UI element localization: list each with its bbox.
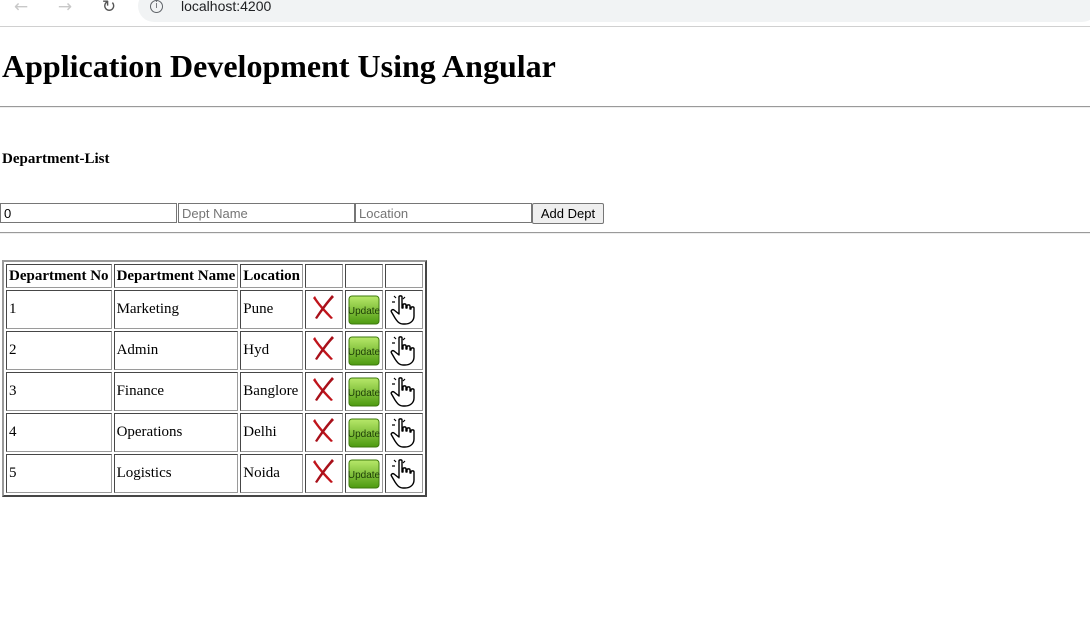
location-input[interactable]	[355, 203, 532, 223]
hand-pointer-icon[interactable]	[388, 335, 420, 367]
table-row: 4 Operations Delhi Update	[6, 413, 423, 452]
delete-x-icon[interactable]	[308, 294, 340, 326]
cell-department-no: 3	[6, 372, 112, 411]
cell-update: Update	[344, 413, 383, 452]
cell-department-no: 4	[6, 413, 112, 452]
delete-x-icon[interactable]	[308, 417, 340, 449]
cell-update: Update	[344, 372, 383, 411]
cell-location: Noida	[240, 454, 303, 493]
delete-x-icon[interactable]	[308, 458, 340, 490]
cell-update: Update	[344, 331, 383, 370]
hand-pointer-icon[interactable]	[388, 294, 420, 326]
hand-pointer-icon[interactable]	[388, 376, 420, 408]
hand-pointer-icon[interactable]	[388, 417, 420, 449]
update-icon[interactable]: Update	[348, 335, 381, 367]
divider	[0, 232, 1090, 234]
cell-delete	[304, 331, 343, 370]
cell-select	[384, 331, 423, 370]
section-title: Department-List	[2, 151, 110, 167]
svg-text:Update: Update	[348, 306, 380, 317]
header-location: Location	[240, 264, 303, 288]
update-icon[interactable]: Update	[348, 294, 381, 326]
cell-select	[384, 413, 423, 452]
cell-department-name: Logistics	[113, 454, 239, 493]
cell-select	[384, 290, 423, 329]
cell-department-no: 2	[6, 331, 112, 370]
table-header-row: Department No Department Name Location	[6, 264, 423, 288]
header-select	[384, 264, 423, 288]
dept-no-input[interactable]	[0, 203, 177, 223]
delete-x-icon[interactable]	[308, 376, 340, 408]
cell-department-name: Finance	[113, 372, 239, 411]
reload-icon[interactable]: ↻	[98, 0, 120, 18]
back-arrow-icon[interactable]: ←	[10, 0, 32, 18]
add-dept-button[interactable]: Add Dept	[532, 203, 604, 224]
cell-delete	[304, 413, 343, 452]
hand-pointer-icon[interactable]	[388, 458, 420, 490]
cell-department-no: 1	[6, 290, 112, 329]
svg-text:Update: Update	[348, 470, 380, 481]
department-table: Department No Department Name Location 1…	[2, 260, 427, 497]
info-icon[interactable]: i	[150, 0, 163, 13]
dept-name-input[interactable]	[178, 203, 355, 223]
cell-department-name: Operations	[113, 413, 239, 452]
cell-location: Delhi	[240, 413, 303, 452]
table-row: 1 Marketing Pune Update	[6, 290, 423, 329]
forward-arrow-icon[interactable]: →	[54, 0, 76, 18]
cell-update: Update	[344, 290, 383, 329]
header-department-name: Department Name	[113, 264, 239, 288]
cell-delete	[304, 372, 343, 411]
cell-department-no: 5	[6, 454, 112, 493]
page-title: Application Development Using Angular	[2, 48, 556, 84]
cell-location: Pune	[240, 290, 303, 329]
update-icon[interactable]: Update	[348, 417, 381, 449]
header-delete	[304, 264, 343, 288]
cell-delete	[304, 290, 343, 329]
cell-location: Banglore	[240, 372, 303, 411]
cell-select	[384, 372, 423, 411]
table-row: 5 Logistics Noida Update	[6, 454, 423, 493]
svg-text:Update: Update	[348, 429, 380, 440]
svg-text:Update: Update	[348, 347, 380, 358]
address-bar[interactable]: i localhost:4200	[138, 0, 1090, 22]
url-text: localhost:4200	[181, 0, 272, 14]
header-department-no: Department No	[6, 264, 112, 288]
update-icon[interactable]: Update	[348, 376, 381, 408]
table-row: 2 Admin Hyd Update	[6, 331, 423, 370]
table-row: 3 Finance Banglore Update	[6, 372, 423, 411]
svg-text:Update: Update	[348, 388, 380, 399]
delete-x-icon[interactable]	[308, 335, 340, 367]
cell-select	[384, 454, 423, 493]
cell-update: Update	[344, 454, 383, 493]
update-icon[interactable]: Update	[348, 458, 381, 490]
browser-toolbar: ← → ↻ i localhost:4200	[0, 0, 1090, 27]
cell-department-name: Marketing	[113, 290, 239, 329]
cell-delete	[304, 454, 343, 493]
cell-location: Hyd	[240, 331, 303, 370]
divider	[0, 106, 1090, 108]
header-update	[344, 264, 383, 288]
cell-department-name: Admin	[113, 331, 239, 370]
